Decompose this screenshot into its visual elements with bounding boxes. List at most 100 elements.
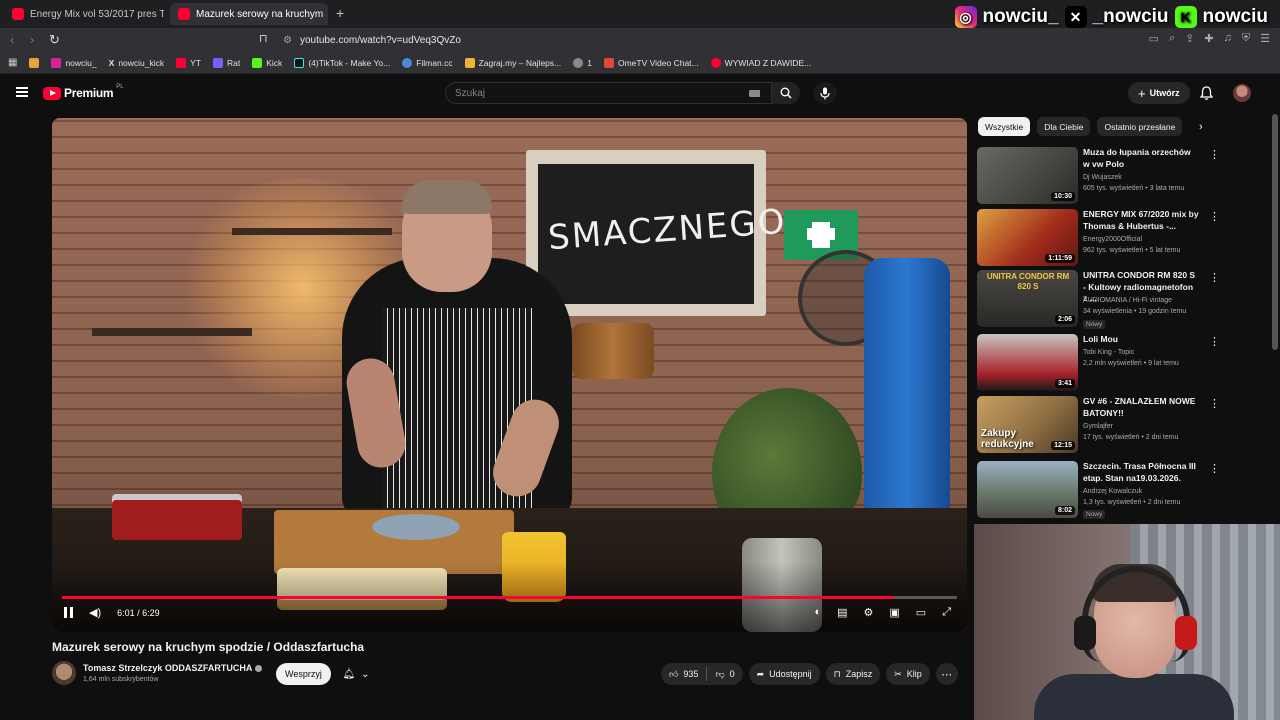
bookmark-item[interactable]: nowciu_ (51, 57, 97, 68)
bookmark-item[interactable]: Xnowciu_kick (109, 58, 165, 68)
url-field[interactable]: ⚙ youtube.com/watch?v=udVeq3QvZo (283, 31, 461, 49)
autoplay-toggle-icon[interactable]: ◐ (814, 606, 821, 619)
youtube-premium-logo[interactable]: Premium PL (43, 84, 124, 100)
extensions-icon[interactable]: ✚ (1204, 32, 1213, 45)
rec-channel[interactable]: Andrzej Kowalczuk (1083, 487, 1203, 497)
more-actions-button[interactable]: ⋯ (935, 663, 958, 685)
bookmark-item[interactable]: Zagraj.my – Najleps... (464, 57, 561, 68)
account-avatar[interactable] (1233, 84, 1251, 102)
apps-grid-icon[interactable]: ▦ (8, 57, 17, 68)
new-badge: Nowy (1083, 510, 1106, 519)
bookmark-item[interactable]: WYWIAD Z DAWIDE... (710, 57, 811, 68)
video-thumbnail[interactable]: 10:30 (977, 147, 1078, 204)
rec-title[interactable]: Loli Mou (1083, 334, 1199, 346)
page-scrollbar[interactable] (1272, 114, 1278, 350)
channel-avatar[interactable] (52, 661, 76, 685)
like-button[interactable]: 👍︎ 935 (661, 663, 706, 685)
site-info-icon[interactable]: ⚙ (283, 35, 292, 46)
rec-channel[interactable]: Gymlajfer (1083, 422, 1203, 432)
dislike-count: 0 (729, 669, 735, 679)
bookmark-label: nowciu_ (65, 57, 97, 68)
chip-all[interactable]: Wszystkie (978, 117, 1031, 136)
keyboard-icon[interactable] (749, 90, 760, 97)
back-icon[interactable]: ‹ (10, 32, 14, 47)
forward-icon[interactable]: › (30, 32, 34, 47)
zagraj-icon (464, 57, 475, 68)
x-logo-icon: ✕ (1064, 6, 1087, 28)
bookmark-item[interactable]: (4)TikTok - Make Yo... (294, 57, 390, 68)
subscription-bell-dropdown[interactable]: 🔔︎ ⌄ (336, 663, 376, 685)
shield-icon[interactable]: ⛨ (1242, 32, 1250, 45)
menu-icon[interactable]: ☰ (1260, 32, 1270, 45)
rec-title[interactable]: Szczecin. Trasa Północna III etap. Stan … (1083, 461, 1199, 484)
video-progress-bar[interactable] (62, 596, 957, 599)
more-vert-icon[interactable]: ⋮ (1209, 462, 1220, 475)
recommendation-item[interactable]: 10:30 Muza do łupania orzechów w vw Polo… (977, 147, 1267, 205)
recommendation-item[interactable]: UNITRA CONDOR RM 820 S 2:06 UNITRA CONDO… (977, 270, 1267, 329)
bookmark-folder[interactable] (29, 57, 40, 68)
clip-button[interactable]: ✂ Klip (886, 663, 930, 685)
voice-search-button[interactable] (813, 82, 837, 104)
pause-icon[interactable] (64, 607, 73, 618)
video-thumbnail[interactable]: 1:11:59 (977, 209, 1078, 266)
rec-title[interactable]: GV #6 - ZNALAZŁEM NOWE BATONY!! (1083, 396, 1199, 419)
rec-channel[interactable]: Energy2000Official (1083, 235, 1203, 245)
video-player[interactable]: SMACZNEGO ◀) 6:01 / 6:29 ◐ ▤ ⚙ ▣ ▭ ⤢ (52, 118, 967, 632)
bookmark-item[interactable]: YT (176, 57, 201, 68)
miniplayer-icon[interactable]: ▣ (889, 606, 899, 619)
new-tab-button[interactable]: + (336, 5, 344, 21)
recommendation-item[interactable]: 3:41 Loli Mou Tobi King - Topic 2,2 mln … (977, 334, 1267, 392)
rec-channel[interactable]: Tobi King - Topic (1083, 348, 1203, 358)
rec-title[interactable]: ENERGY MIX 67/2020 mix by Thomas & Huber… (1083, 209, 1199, 232)
tab-mazurek[interactable]: Mazurek serowy na kruchym ✕ (170, 3, 328, 25)
fullscreen-icon[interactable]: ⤢ (942, 606, 951, 619)
bookmark-item[interactable]: Filman.cc (402, 57, 453, 68)
share-button[interactable]: ➦ Udostępnij (748, 663, 820, 685)
chip-for-you[interactable]: Dla Ciebie (1037, 117, 1091, 136)
tab-energy-mix[interactable]: Energy Mix vol 53/2017 pres Tho (4, 3, 164, 25)
more-vert-icon[interactable]: ⋮ (1209, 335, 1220, 348)
recommendation-item[interactable]: Zakupy redukcyjne 12:15 GV #6 - ZNALAZŁE… (977, 396, 1267, 454)
dislike-button[interactable]: 👎︎ 0 (707, 663, 742, 685)
cast-icon[interactable]: ▭ (1149, 32, 1159, 45)
chevron-right-icon[interactable]: › (1199, 121, 1203, 133)
settings-gear-icon[interactable]: ⚙ (864, 606, 874, 619)
bookmark-page-icon[interactable]: ⊓ (259, 32, 268, 45)
search-input[interactable]: Szukaj (445, 82, 772, 104)
video-thumbnail[interactable]: Zakupy redukcyjne 12:15 (977, 396, 1078, 453)
save-label: Zapisz (845, 669, 873, 679)
hamburger-menu-icon[interactable] (16, 87, 28, 97)
theater-mode-icon[interactable]: ▭ (916, 606, 926, 619)
rec-channel[interactable]: Dj Wujaszek (1083, 173, 1203, 183)
search-button[interactable] (772, 82, 800, 104)
notifications-button[interactable] (1199, 86, 1214, 105)
bookmark-item[interactable]: 1 (573, 57, 592, 68)
rec-channel[interactable]: AUDIOMANIA / Hi-Fi vintage (1083, 296, 1203, 306)
bookmark-item[interactable]: OmeTV Video Chat... (603, 57, 699, 68)
support-button[interactable]: Wesprzyj (276, 663, 331, 685)
chip-recently-uploaded[interactable]: Ostatnio przesłane (1097, 117, 1183, 136)
reload-icon[interactable]: ↻ (49, 32, 60, 48)
more-vert-icon[interactable]: ⋮ (1209, 397, 1220, 410)
recommendation-item[interactable]: 1:11:59 ENERGY MIX 67/2020 mix by Thomas… (977, 209, 1267, 267)
zoom-icon[interactable]: ⌕ (1169, 32, 1175, 45)
rec-title[interactable]: Muza do łupania orzechów w vw Polo (1083, 147, 1199, 170)
volume-icon[interactable]: ◀) (89, 606, 101, 619)
subtitles-icon[interactable]: ▤ (837, 606, 847, 619)
video-thumbnail[interactable]: 3:41 (977, 334, 1078, 391)
save-button[interactable]: ⊓ Zapisz (825, 663, 881, 685)
more-vert-icon[interactable]: ⋮ (1209, 148, 1220, 161)
create-button[interactable]: + Utwórz (1128, 82, 1190, 104)
recommendation-item[interactable]: 8:02 Szczecin. Trasa Północna III etap. … (977, 461, 1267, 519)
instagram-icon (51, 57, 62, 68)
more-vert-icon[interactable]: ⋮ (1209, 271, 1220, 284)
channel-name-row[interactable]: Tomasz Strzelczyk ODDASZFARTUCHA (83, 663, 263, 673)
music-icon[interactable]: ♫ (1224, 32, 1232, 45)
bookmark-item[interactable]: Rat (213, 57, 240, 68)
more-vert-icon[interactable]: ⋮ (1209, 210, 1220, 223)
bookmark-item[interactable]: Kick (252, 57, 282, 68)
share-icon[interactable]: ⇪ (1185, 32, 1194, 45)
globe-icon (573, 57, 584, 68)
video-thumbnail[interactable]: 8:02 (977, 461, 1078, 518)
video-thumbnail[interactable]: UNITRA CONDOR RM 820 S 2:06 (977, 270, 1078, 327)
